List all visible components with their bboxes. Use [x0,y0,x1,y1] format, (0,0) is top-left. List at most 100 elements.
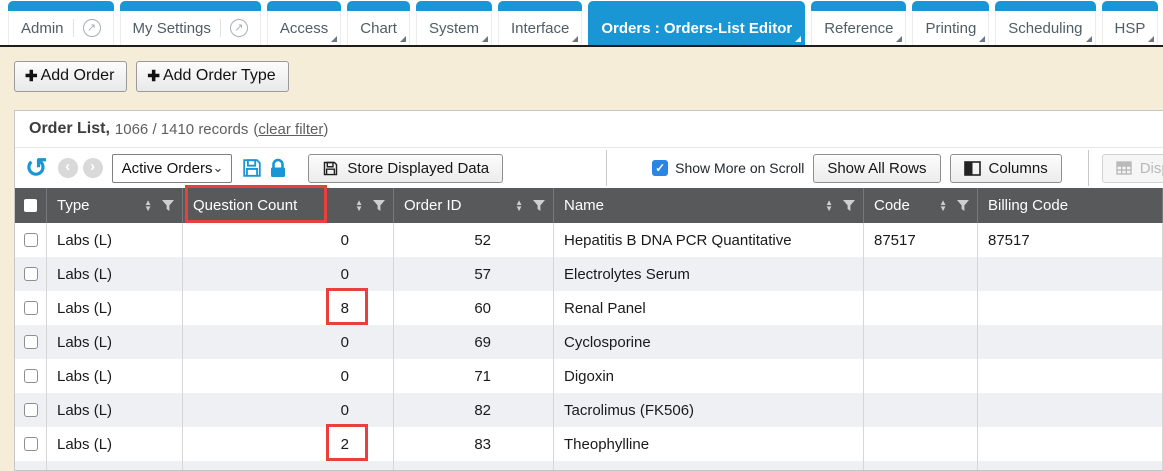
filter-funnel-icon[interactable] [843,200,855,212]
tab-label: Printing [925,20,976,37]
tab-orders-list-editor[interactable]: Orders : Orders-List Editor [588,1,805,45]
column-header-question-count[interactable]: Question Count ▲▼ [183,188,394,223]
tab-my-settings[interactable]: My Settings ↗ [120,1,261,45]
tab-printing[interactable]: Printing [912,1,989,45]
tab-label: Chart [360,20,397,37]
column-header-billing-code[interactable]: Billing Code [978,188,1163,223]
tab-hsp[interactable]: HSP [1102,1,1159,45]
plus-icon: ✚ [147,67,160,85]
tab-scheduling[interactable]: Scheduling [995,1,1095,45]
previous-view-button[interactable]: ‹ [58,158,78,178]
column-label: Order ID [404,197,462,214]
tab-label: System [429,20,479,37]
select-all-checkbox[interactable] [15,188,47,223]
filter-funnel-icon[interactable] [373,200,385,212]
popout-link[interactable]: ↗ [220,19,248,37]
table-row[interactable]: Labs (L) 0 82 Tacrolimus (FK506) [15,393,1163,427]
clear-filter-link[interactable]: clear filter [258,121,323,138]
tab-menu-corner-icon [331,36,337,42]
lock-view-button[interactable] [269,158,287,178]
table-row[interactable]: Labs (L) 0 69 Cyclosporine [15,325,1163,359]
add-order-button[interactable]: ✚ Add Order [14,61,127,92]
tab-cap [347,1,410,11]
type-cell: Labs (L) [47,325,183,359]
show-all-rows-button[interactable]: Show All Rows [813,154,940,183]
tab-reference[interactable]: Reference [811,1,906,45]
toolbar-divider [606,150,607,186]
sort-icon[interactable]: ▲▼ [355,200,363,212]
store-displayed-data-button[interactable]: Store Displayed Data [308,154,503,183]
billing-code-cell [978,325,1163,359]
open-new-window-icon: ↗ [83,19,101,37]
table-row[interactable]: Labs (L) 0 52 Hepatitis B DNA PCR Quanti… [15,223,1163,257]
columns-button[interactable]: Columns [950,154,1062,183]
table-row[interactable]: Labs (L) 0 71 Digoxin [15,359,1163,393]
row-checkbox[interactable] [24,403,38,417]
tab-menu-corner-icon [1148,36,1154,42]
billing-code-cell [978,359,1163,393]
code-cell [864,461,978,471]
question-count-cell: 0 [183,325,394,359]
name-cell: Renal Panel [554,291,864,325]
tab-menu-corner-icon [979,36,985,42]
next-view-button[interactable]: › [83,158,103,178]
table-row[interactable]: Labs (L) 0 57 Electrolytes Serum [15,257,1163,291]
tab-label: Interface [511,20,569,37]
show-more-on-scroll-checkbox[interactable]: ✓ [652,160,668,176]
checkbox-icon [24,199,37,212]
table-row[interactable]: Labs (L) 2 83 Theophylline [15,427,1163,461]
tab-cap [498,1,582,11]
tab-interface[interactable]: Interface [498,1,582,45]
filter-funnel-icon[interactable] [162,200,174,212]
tab-cap [588,1,805,11]
sort-icon[interactable]: ▲▼ [515,200,523,212]
column-header-code[interactable]: Code ▲▼ [864,188,978,223]
record-count: 1066 / 1410 records [115,121,248,138]
sort-icon[interactable]: ▲▼ [144,200,152,212]
billing-code-cell [978,291,1163,325]
name-cell: Digoxin [554,359,864,393]
row-checkbox[interactable] [24,301,38,315]
code-cell [864,359,978,393]
column-header-type[interactable]: Type ▲▼ [47,188,183,223]
add-order-type-button[interactable]: ✚ Add Order Type [136,61,288,92]
column-header-order-id[interactable]: Order ID ▲▼ [394,188,554,223]
column-header-name[interactable]: Name ▲▼ [554,188,864,223]
tab-menu-corner-icon [482,36,488,42]
table-row-partial[interactable] [15,461,1163,471]
checkbox-cell [15,291,47,325]
filter-funnel-icon[interactable] [957,200,969,212]
tab-system[interactable]: System [416,1,492,45]
row-checkbox[interactable] [24,437,38,451]
tab-chart[interactable]: Chart [347,1,410,45]
saved-view-select[interactable]: Active Orders ⌄ [112,154,233,183]
clear-filter-wrap: (clear filter) [253,121,328,138]
table-row[interactable]: Labs (L) 8 60 Renal Panel [15,291,1163,325]
code-cell [864,393,978,427]
add-order-label: Add Order [41,67,115,85]
floppy-disk-icon [322,160,339,177]
row-checkbox[interactable] [24,335,38,349]
refresh-icon[interactable]: ↺ [25,156,48,180]
code-cell [864,257,978,291]
tab-admin[interactable]: Admin ↗ [8,1,114,45]
type-cell: Labs (L) [47,359,183,393]
tab-menu-corner-icon [795,36,801,42]
sort-icon[interactable]: ▲▼ [825,200,833,212]
name-cell: Tacrolimus (FK506) [554,393,864,427]
row-checkbox[interactable] [24,267,38,281]
saved-view-value: Active Orders [122,160,213,177]
row-checkbox[interactable] [24,369,38,383]
order-id-cell: 71 [394,359,554,393]
sort-icon[interactable]: ▲▼ [939,200,947,212]
tab-access[interactable]: Access [267,1,341,45]
popout-link[interactable]: ↗ [73,19,101,37]
filter-funnel-icon[interactable] [533,200,545,212]
plus-icon: ✚ [25,67,38,85]
save-view-button[interactable] [241,157,263,179]
tab-cap [1102,1,1159,11]
grid-toolbar: ↺ ‹ › Active Orders ⌄ Store Displayed Da… [15,148,1163,188]
tab-label: Admin [21,20,64,37]
question-count-cell: 0 [183,359,394,393]
row-checkbox[interactable] [24,233,38,247]
